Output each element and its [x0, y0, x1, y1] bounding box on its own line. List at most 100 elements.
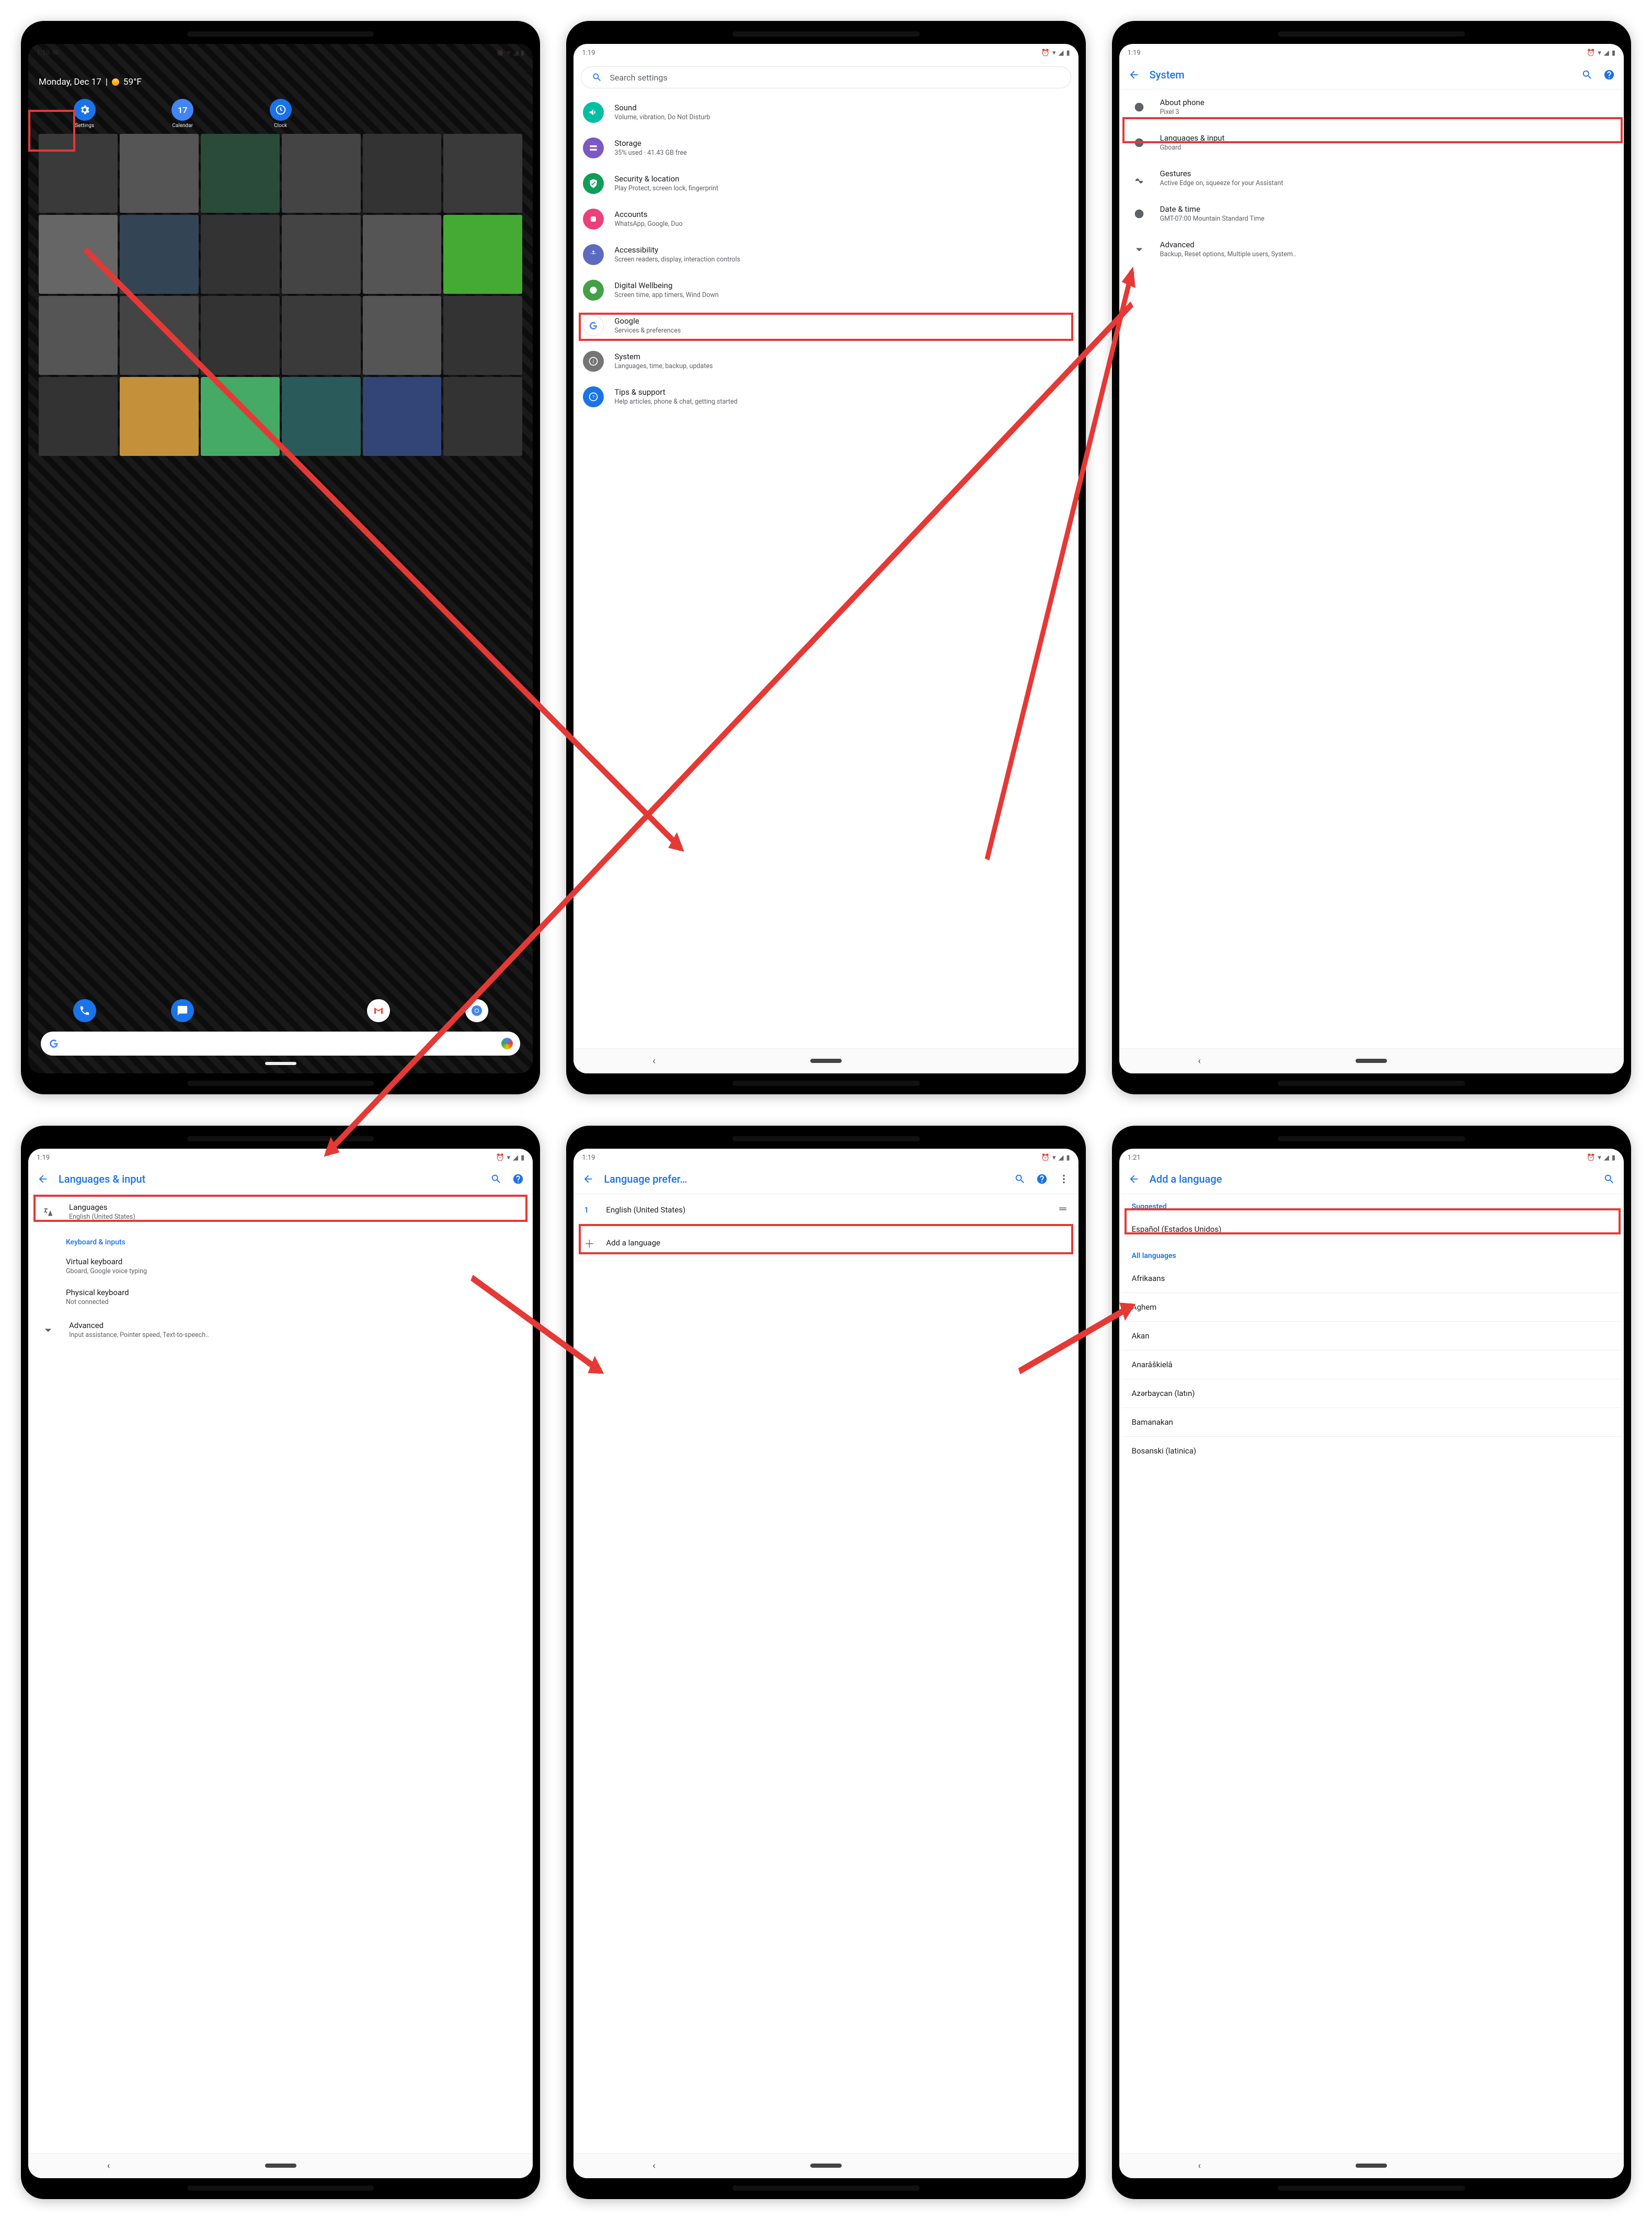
settings-list: Sound Volume, vibration, Do Not Disturb …: [573, 95, 1078, 415]
row-languages[interactable]: Languages English (United States): [28, 1194, 533, 1230]
date-weather[interactable]: Monday, Dec 17 | 59°F: [39, 77, 522, 87]
back-button[interactable]: [1128, 68, 1140, 81]
row-icon: [1129, 203, 1150, 224]
settings-row-accounts[interactable]: Accounts WhatsApp, Google, Duo: [573, 201, 1078, 237]
search-placeholder: Search settings: [610, 73, 667, 83]
add-language-row[interactable]: ＋ Add a language: [573, 1226, 1078, 1261]
app-calendar[interactable]: 17 Calendar: [136, 99, 228, 129]
dock-gmail[interactable]: [367, 999, 390, 1022]
lang-item[interactable]: Bosanski (latinica): [1119, 1437, 1624, 1465]
help-button[interactable]: [1603, 68, 1615, 81]
lang-item[interactable]: Anarâškielâ: [1119, 1351, 1624, 1379]
row-title: Storage: [614, 139, 1069, 148]
row-title: About phone: [1160, 98, 1614, 107]
row-physical-keyboard[interactable]: Physical keyboard Not connected: [28, 1281, 533, 1312]
app-settings[interactable]: Settings: [39, 99, 130, 129]
help-button[interactable]: [512, 1173, 524, 1185]
google-search-bar[interactable]: [41, 1032, 520, 1056]
settings-row-storage[interactable]: Storage 35% used · 41.43 GB free: [573, 130, 1078, 166]
nav-home[interactable]: [1356, 1059, 1387, 1063]
row-icon: [583, 244, 604, 265]
settings-row-system[interactable]: i System Languages, time, backup, update…: [573, 344, 1078, 379]
help-button[interactable]: [1036, 1173, 1048, 1185]
system-row-advanced[interactable]: Advanced Backup, Reset options, Multiple…: [1119, 232, 1624, 267]
row-subtitle: Screen readers, display, interaction con…: [614, 256, 1069, 264]
search-button[interactable]: [1014, 1173, 1026, 1185]
row-title: Security & location: [614, 174, 1069, 184]
add-lang-screen[interactable]: 1:21⏰▾◢▮ Add a language Suggested Españo…: [1119, 1149, 1624, 2178]
app-bar: System: [1119, 60, 1624, 89]
plus-icon: ＋: [584, 1235, 593, 1251]
search-settings[interactable]: Search settings: [581, 66, 1071, 88]
weather-text: 59°F: [123, 77, 142, 87]
row-icon: [1129, 239, 1150, 260]
nav-home[interactable]: [810, 2164, 842, 2168]
lang-pref-screen[interactable]: 1:19⏰▾◢▮ Language prefer… 1 English (Uni…: [573, 1149, 1078, 2178]
dock-phone[interactable]: [73, 999, 96, 1022]
nav-back[interactable]: ‹: [652, 1056, 684, 1067]
back-button[interactable]: [582, 1173, 594, 1185]
lang-index: 1: [584, 1205, 593, 1215]
nav-back[interactable]: ‹: [652, 2160, 684, 2171]
search-button[interactable]: [490, 1173, 502, 1185]
home-indicator[interactable]: [265, 1062, 296, 1065]
assistant-icon[interactable]: [501, 1038, 513, 1049]
lang-item[interactable]: Afrikaans: [1119, 1264, 1624, 1292]
row-subtitle: Pixel 3: [1160, 108, 1614, 116]
settings-row-google[interactable]: Google Services & preferences: [573, 308, 1078, 344]
row-advanced[interactable]: Advanced Input assistance, Pointer speed…: [28, 1312, 533, 1348]
row-title: Google: [614, 316, 1069, 326]
lang-input-screen[interactable]: 1:19⏰▾◢▮ Languages & input Languages Eng…: [28, 1149, 533, 2178]
settings-row-security-location[interactable]: Security & location Play Protect, screen…: [573, 166, 1078, 201]
lang-item[interactable]: Azərbaycan (latın): [1119, 1379, 1624, 1407]
chrome-icon: [471, 1004, 483, 1017]
nav-back[interactable]: ‹: [107, 2160, 139, 2171]
system-row-gestures[interactable]: Gestures Active Edge on, squeeze for you…: [1119, 161, 1624, 196]
back-button[interactable]: [37, 1173, 49, 1185]
nav-home[interactable]: [1356, 2164, 1387, 2168]
system-screen[interactable]: 1:19⏰▾◢▮ System About phone Pixel 3 Lang…: [1119, 44, 1624, 1073]
row-title: Accounts: [614, 210, 1069, 219]
row-icon: [583, 138, 604, 158]
settings-row-digital-wellbeing[interactable]: Digital Wellbeing Screen time, app timer…: [573, 272, 1078, 308]
suggested-label: Suggested: [1119, 1194, 1624, 1215]
settings-row-sound[interactable]: Sound Volume, vibration, Do Not Disturb: [573, 95, 1078, 130]
system-row-date-time[interactable]: Date & time GMT-07:00 Mountain Standard …: [1119, 196, 1624, 232]
nav-home[interactable]: [810, 1059, 842, 1063]
app-label: Settings: [75, 123, 94, 129]
settings-row-tips-support[interactable]: ? Tips & support Help articles, phone & …: [573, 379, 1078, 415]
nav-back[interactable]: ‹: [1198, 2160, 1230, 2171]
page-title: System: [1150, 68, 1571, 81]
row-icon: [583, 173, 604, 194]
nav-home[interactable]: [265, 2164, 296, 2168]
lang-item[interactable]: Akan: [1119, 1322, 1624, 1350]
lang-item[interactable]: Bamanakan: [1119, 1408, 1624, 1436]
overflow-button[interactable]: [1058, 1173, 1070, 1185]
drag-handle-icon[interactable]: [1058, 1204, 1068, 1216]
dock-chrome[interactable]: [465, 999, 488, 1022]
row-title: Accessibility: [614, 245, 1069, 255]
lang-item[interactable]: Aghem: [1119, 1293, 1624, 1321]
row-virtual-keyboard[interactable]: Virtual keyboard Gboard, Google voice ty…: [28, 1251, 533, 1281]
clock-icon: [275, 104, 286, 116]
row-icon: i: [583, 351, 604, 372]
lang-suggested-item[interactable]: Español (Estados Unidos): [1119, 1215, 1624, 1243]
system-row-about-phone[interactable]: About phone Pixel 3: [1119, 89, 1624, 125]
row-subtitle: Active Edge on, squeeze for your Assista…: [1160, 179, 1614, 187]
settings-row-accessibility[interactable]: Accessibility Screen readers, display, i…: [573, 237, 1078, 272]
messages-icon: [177, 1005, 188, 1016]
lang-row-1[interactable]: 1 English (United States): [573, 1194, 1078, 1226]
system-row-languages-input[interactable]: Languages & input Gboard: [1119, 125, 1624, 161]
add-language-label: Add a language: [606, 1238, 660, 1248]
row-subtitle: Screen time, app timers, Wind Down: [614, 291, 1069, 299]
app-clock[interactable]: Clock: [235, 99, 326, 129]
search-button[interactable]: [1603, 1173, 1615, 1185]
search-icon: [592, 72, 602, 83]
back-button[interactable]: [1128, 1173, 1140, 1185]
dock-messages[interactable]: [171, 999, 194, 1022]
settings-screen[interactable]: 1:19 ⏰▾◢▮ Search settings Sound Volume, …: [573, 44, 1078, 1073]
nav-back[interactable]: ‹: [1198, 1056, 1230, 1067]
home-screen[interactable]: 1:18 ✉ ⏰ ▾ ◢ ▮ Monday, Dec 17 | 59°F: [28, 44, 533, 1073]
row-subtitle: Volume, vibration, Do Not Disturb: [614, 113, 1069, 121]
search-button[interactable]: [1581, 68, 1593, 81]
